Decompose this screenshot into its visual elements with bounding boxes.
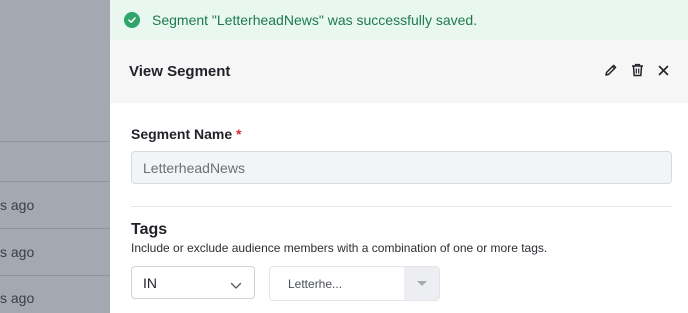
segment-name-label-text: Segment Name (131, 126, 233, 142)
toast-message: Segment "LetterheadNews" was successfull… (152, 12, 478, 28)
tag-value-select[interactable]: Letterhe... (269, 266, 440, 301)
background-page: s ago s ago s ago (0, 0, 110, 313)
panel-title: View Segment (129, 63, 231, 80)
tag-operator-select[interactable]: IN (131, 266, 255, 299)
panel-header: View Segment (110, 40, 688, 103)
header-actions (604, 62, 670, 78)
background-row-time: s ago (0, 197, 35, 213)
tags-heading: Tags (131, 221, 168, 238)
background-divider (0, 275, 110, 276)
success-toast: Segment "LetterheadNews" was successfull… (110, 0, 688, 40)
section-divider (131, 206, 672, 207)
segment-name-label: Segment Name * (131, 126, 242, 142)
background-divider (0, 181, 110, 182)
caret-down-icon (416, 281, 427, 286)
close-icon[interactable] (656, 62, 670, 78)
background-row-time: s ago (0, 290, 35, 306)
required-marker: * (236, 126, 242, 142)
check-circle-icon (124, 12, 140, 28)
tag-operator-value: IN (143, 274, 157, 291)
background-divider (0, 141, 110, 142)
segment-name-input[interactable] (131, 151, 672, 184)
chevron-down-icon (230, 277, 242, 293)
trash-icon[interactable] (630, 62, 644, 78)
background-row-time: s ago (0, 244, 35, 260)
tags-description: Include or exclude audience members with… (131, 241, 548, 255)
tag-value-text: Letterhe... (288, 276, 343, 291)
tag-dropdown-toggle[interactable] (404, 267, 439, 300)
background-divider (0, 228, 110, 229)
view-segment-panel: Segment "LetterheadNews" was successfull… (110, 0, 688, 313)
edit-icon[interactable] (604, 62, 618, 78)
